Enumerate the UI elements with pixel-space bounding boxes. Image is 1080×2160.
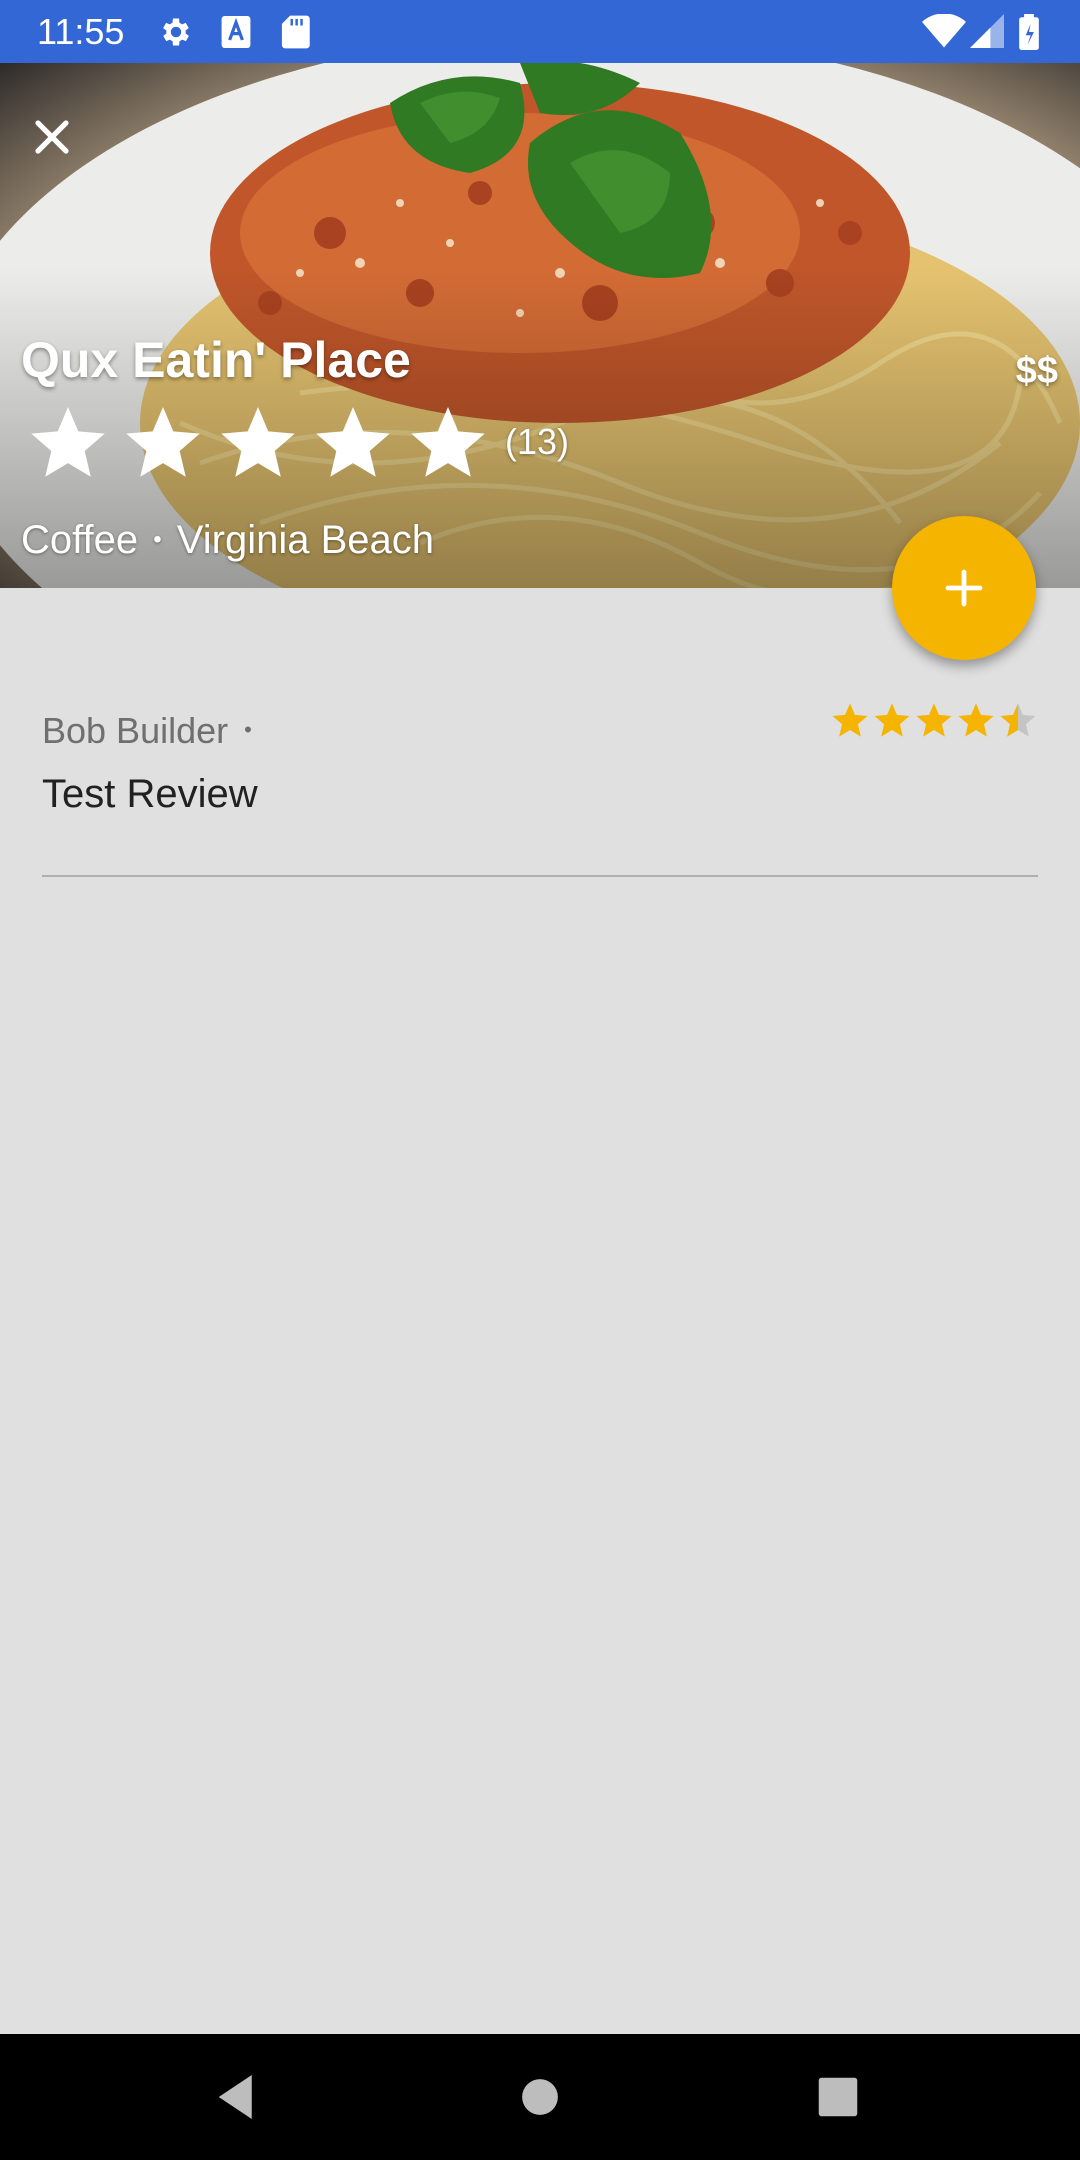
reviewer-separator: • [244, 717, 252, 742]
navigation-bar [0, 2034, 1080, 2160]
recents-icon[interactable] [805, 2064, 871, 2130]
close-icon[interactable] [28, 113, 76, 161]
add-review-button[interactable] [892, 516, 1036, 660]
restaurant-header-image: Qux Eatin' Place $$ (13) Coffee • Virgin… [0, 63, 1080, 588]
review-text: Test Review [42, 772, 258, 816]
reviewer-name: Bob Builder [42, 710, 229, 751]
star-icon [874, 703, 910, 737]
restaurant-meta: Coffee • Virginia Beach [21, 515, 434, 565]
sd-card-icon [281, 15, 310, 49]
star-icon [411, 407, 485, 477]
gear-icon [163, 18, 189, 46]
text-a-icon [221, 16, 251, 48]
star-icon [832, 703, 868, 737]
star-half-icon [1000, 703, 1036, 737]
status-time: 11:55 [37, 11, 125, 52]
review-count: (13) [505, 421, 570, 462]
status-bar: 11:55 [0, 0, 1080, 63]
restaurant-city: Virginia Beach [176, 518, 435, 562]
star-icon [916, 703, 952, 737]
restaurant-name: Qux Eatin' Place [21, 332, 411, 388]
back-icon[interactable] [205, 2064, 271, 2130]
battery-icon [1019, 14, 1039, 50]
plus-icon [945, 569, 983, 607]
price-level: $$ [1015, 350, 1058, 392]
review-rating [828, 700, 1038, 740]
star-icon [958, 703, 994, 737]
wifi-icon [922, 14, 966, 48]
home-icon[interactable] [507, 2064, 573, 2130]
reviewer-line: Bob Builder • [42, 710, 252, 752]
meta-separator: • [153, 526, 162, 553]
review-divider [42, 875, 1038, 877]
star-icon [126, 407, 200, 477]
star-icon [221, 407, 295, 477]
star-icon [316, 407, 390, 477]
signal-icon [970, 14, 1004, 48]
restaurant-rating: (13) [26, 399, 569, 485]
star-icon [31, 407, 105, 477]
restaurant-category: Coffee [21, 518, 139, 562]
